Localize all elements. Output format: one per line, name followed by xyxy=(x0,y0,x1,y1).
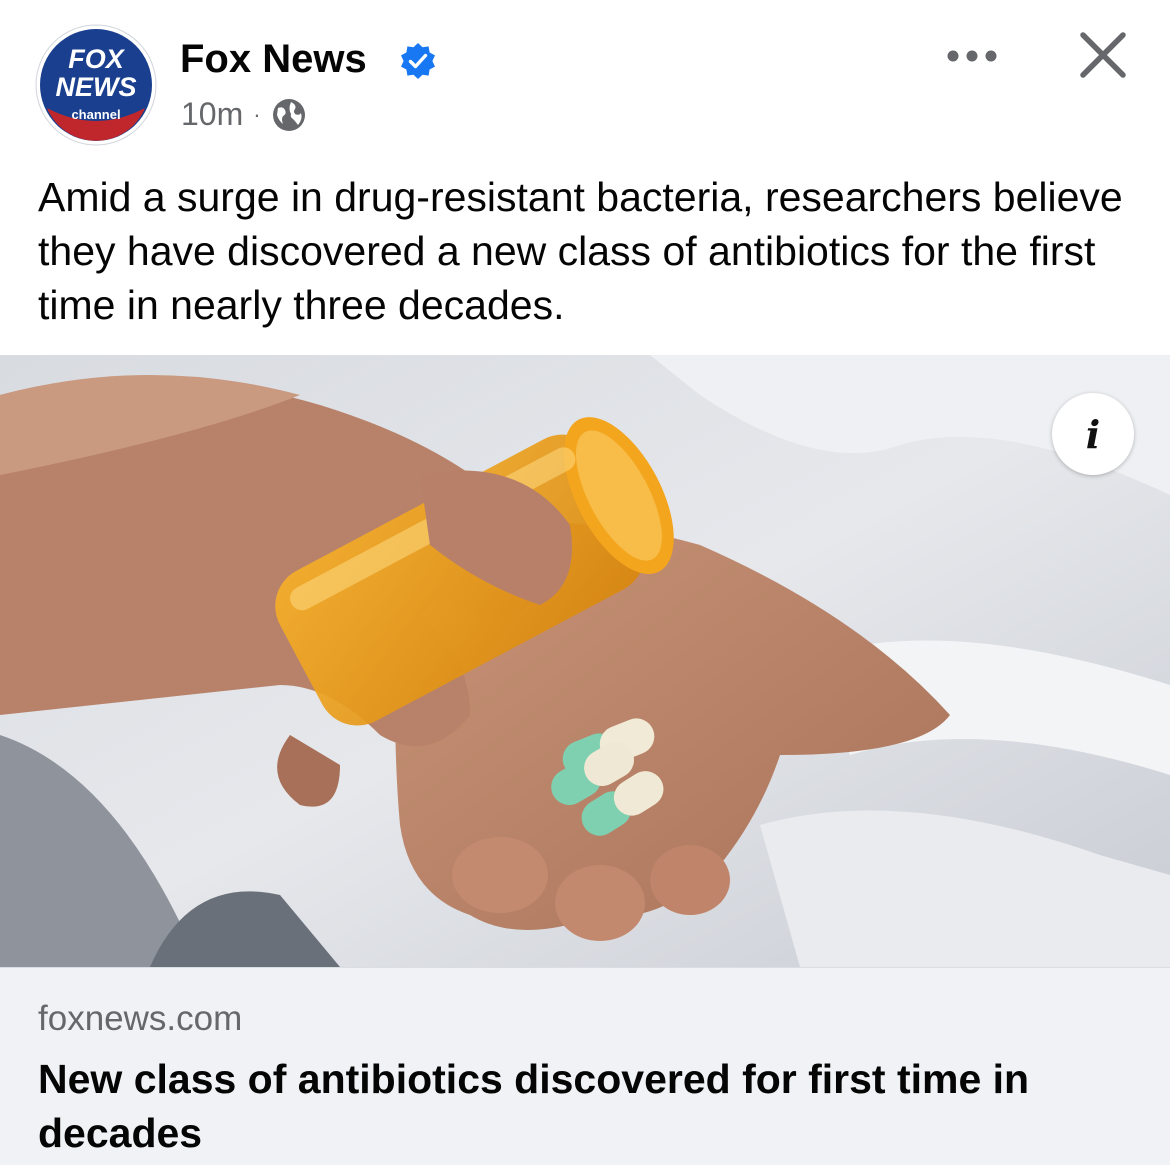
close-icon[interactable] xyxy=(1074,26,1132,84)
fox-news-avatar[interactable]: FOX NEWS channel xyxy=(35,24,157,146)
svg-text:FOX: FOX xyxy=(68,44,125,74)
link-title: New class of antibiotics discovered for … xyxy=(38,1056,1030,1156)
more-options-icon[interactable] xyxy=(944,38,1000,74)
globe-icon[interactable] xyxy=(271,97,307,133)
info-button[interactable]: i xyxy=(1052,393,1134,475)
link-domain: foxnews.com xyxy=(38,999,243,1038)
pills-in-hand-photo xyxy=(0,355,1170,967)
link-preview[interactable]: foxnews.com New class of antibiotics dis… xyxy=(0,967,1170,1165)
post-time[interactable]: 10m xyxy=(181,96,243,133)
post-meta: 10m · xyxy=(181,96,307,133)
meta-separator: · xyxy=(253,101,261,127)
article-image[interactable] xyxy=(0,355,1170,967)
verified-badge-icon xyxy=(401,43,435,79)
page-name[interactable]: Fox News xyxy=(180,37,367,82)
info-icon: i xyxy=(1085,411,1101,457)
svg-text:channel: channel xyxy=(71,107,120,122)
post-header: FOX NEWS channel Fox News 10m · xyxy=(0,0,1170,160)
post-caption: Amid a surge in drug-resistant bacteria,… xyxy=(38,174,1123,328)
svg-text:NEWS: NEWS xyxy=(56,72,137,102)
